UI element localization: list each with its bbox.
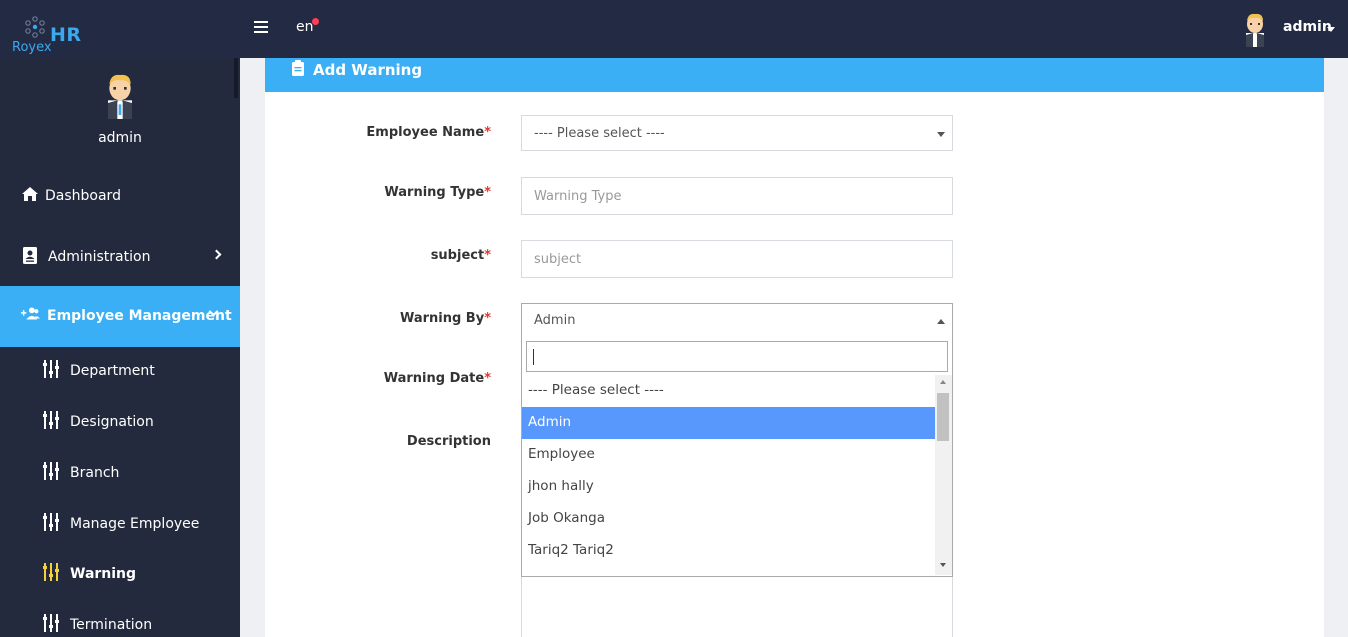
dropdown-option-selected[interactable]: Admin [522,407,935,439]
user-menu-name[interactable]: admin [1283,19,1332,35]
logo-subtext: Royex [12,40,52,55]
sidebar-username: admin [98,130,142,146]
sidebar-item-employee-management[interactable]: Employee Management [0,286,240,347]
sliders-icon [43,614,59,632]
users-icon [20,307,40,320]
sidebar-avatar [108,74,132,119]
sliders-icon [43,462,59,480]
dropdown-scrollbar[interactable] [935,375,952,575]
warning-by-select[interactable]: Admin [521,303,953,338]
warning-type-placeholder: Warning Type [534,189,622,204]
page-title: Add Warning [313,61,423,79]
sidebar-subitem-label: Warning [70,566,137,582]
sliders-icon [43,563,59,581]
menu-toggle-icon[interactable] [254,21,268,33]
sidebar-subitem-label: Termination [70,617,153,633]
description-textarea[interactable] [521,574,953,637]
dropdown-option[interactable]: Employee [522,439,935,471]
dropdown-search-input[interactable] [526,341,948,372]
warning-by-dropdown: ---- Please select ---- Admin Employee j… [521,337,953,577]
sidebar-subitem-manage-employee[interactable]: Manage Employee [0,499,240,549]
caret-down-icon[interactable] [1327,27,1335,32]
sidebar-subitem-label: Designation [70,414,154,430]
sliders-icon [43,360,59,378]
panel-header: Add Warning [265,58,1324,92]
dropdown-option[interactable]: Job Okanga [522,503,935,535]
sliders-icon [43,411,59,429]
scroll-up-icon[interactable] [940,380,946,384]
sidebar-item-label: Administration [48,249,151,265]
dropdown-option[interactable]: jhon hally [522,471,935,503]
dropdown-option[interactable]: ---- Please select ---- [522,375,935,407]
subject-placeholder: subject [534,252,582,267]
warning-by-value: Admin [534,313,576,328]
required-mark: * [484,311,491,326]
royex-hr-logo[interactable]: HR Royex [12,14,102,56]
sidebar-subitem-label: Manage Employee [70,516,200,532]
sliders-icon [43,513,59,531]
user-avatar[interactable] [1240,11,1270,47]
chevron-right-icon [211,249,222,260]
text-cursor [533,349,534,365]
required-mark: * [484,185,491,200]
sidebar-subitem-designation[interactable]: Designation [0,397,240,447]
caret-down-icon [937,132,945,137]
sidebar-item-administration[interactable]: Administration [0,227,240,288]
sidebar-item-dashboard[interactable]: Dashboard [0,166,240,227]
logo-dots-icon [25,16,45,38]
warning-by-label: Warning By* [399,311,491,326]
description-label: Description [406,434,491,449]
sidebar-item-label: Employee Management [47,308,232,324]
scrollbar-thumb[interactable] [937,393,949,441]
sidebar-subitem-termination[interactable]: Termination [0,600,240,637]
sidebar-subitem-branch[interactable]: Branch [0,448,240,498]
subject-label: subject* [430,248,491,263]
employee-name-select[interactable]: ---- Please select ---- [521,115,953,151]
employee-name-value: ---- Please select ---- [534,126,665,141]
notification-dot [312,18,319,25]
warning-date-label: Warning Date* [383,371,491,386]
sidebar-item-label: Dashboard [45,188,121,204]
warning-type-label: Warning Type* [384,185,491,200]
clipboard-icon [292,60,304,76]
scroll-down-icon[interactable] [940,563,946,567]
required-mark: * [484,125,491,140]
caret-up-icon [937,319,945,324]
sidebar-subitem-warning[interactable]: Warning [0,549,240,599]
sidebar: admin Dashboard Administration Employee … [0,58,240,637]
sidebar-subitem-label: Department [70,363,155,379]
sidebar-scrollbar[interactable] [234,58,238,98]
home-icon [22,187,38,201]
logo-text: HR [50,24,82,46]
sidebar-subitem-label: Branch [70,465,120,481]
warning-type-input[interactable]: Warning Type [521,177,953,215]
employee-name-label: Employee Name* [366,125,491,140]
required-mark: * [484,248,491,263]
required-mark: * [484,371,491,386]
contact-card-icon [23,247,37,264]
subject-input[interactable]: subject [521,240,953,278]
sidebar-subitem-department[interactable]: Department [0,346,240,396]
dropdown-option[interactable]: Tariq2 Tariq2 [522,535,935,567]
language-switcher[interactable]: en [296,19,314,35]
top-navbar: HR Royex en admin [0,0,1348,58]
